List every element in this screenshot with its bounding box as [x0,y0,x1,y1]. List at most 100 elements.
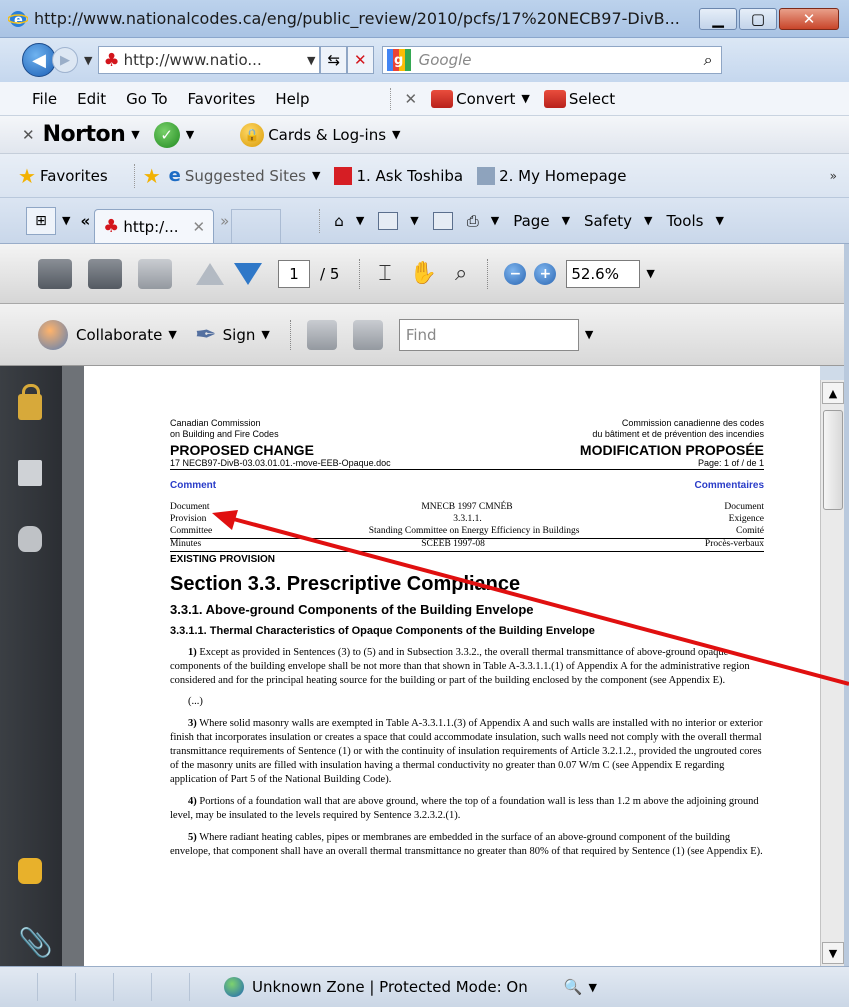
tab-scroll-left[interactable]: « [80,212,90,230]
fit-page-icon[interactable] [352,319,383,350]
security-lock-icon[interactable] [18,384,42,420]
collaborate-button[interactable]: Collaborate [76,326,162,344]
check-dropdown-icon[interactable]: ▼ [186,128,194,141]
close-tab-icon[interactable]: ✕ [193,218,206,236]
address-dropdown-icon[interactable]: ▼ [307,54,315,67]
ask-toshiba-link[interactable]: 1. Ask Toshiba [356,167,463,185]
refresh-button[interactable]: ⇆ [320,46,348,74]
printer-icon: ⎙ [466,211,479,230]
pages-icon[interactable] [18,460,42,486]
sign-button[interactable]: Sign [223,326,256,344]
more-favorites-icon[interactable]: » [830,169,837,183]
meta-value: MNECB 1997 CMNÉB [421,502,513,513]
add-favorite-icon[interactable]: ★ [143,164,161,188]
document-metadata-table: Document MNECB 1997 CMNÉB Document Provisi… [170,502,764,552]
attachments-paperclip-icon[interactable]: 📎 [18,926,53,959]
paragraph-number: 4) [188,795,197,807]
minimize-button[interactable]: ▁ [699,7,737,30]
norton-logo[interactable]: Norton [43,122,126,147]
home-button[interactable]: ⌂ ▼ [334,212,364,230]
scroll-thumb[interactable] [823,410,843,510]
status-cell [38,973,76,1001]
zoom-out-button[interactable]: − [504,262,527,285]
security-zone-status[interactable]: Unknown Zone | Protected Mode: On [252,978,528,996]
find-input[interactable]: Find [398,318,579,351]
address-bar[interactable]: ♣ http://www.natio... ▼ [98,46,321,74]
menu-favorites[interactable]: Favorites [188,90,256,108]
active-tab[interactable]: ♣ http:/... ✕ [94,209,215,243]
safe-check-icon[interactable]: ✓ [153,121,180,148]
convert-button[interactable]: Convert ▼ [431,89,530,108]
stop-button[interactable]: ✕ [347,46,374,74]
previous-page-icon[interactable] [196,262,224,285]
collaborate-dropdown-icon[interactable]: ▼ [168,328,176,341]
safety-menu[interactable]: Safety ▼ [584,212,652,230]
marquee-zoom-icon[interactable]: ⌕ [455,261,467,286]
ellipsis: (...) [188,696,203,708]
search-icon[interactable]: ⌕ [704,50,713,70]
new-tab-button[interactable] [231,209,282,243]
cards-logins-label[interactable]: Cards & Log-ins [268,126,386,144]
select-button[interactable]: Select [543,89,615,108]
menu-help[interactable]: Help [275,90,309,108]
page-menu-label: Page [513,211,550,230]
next-page-icon[interactable] [234,262,262,285]
feeds-button[interactable]: ▼ [378,211,419,230]
my-homepage-link[interactable]: 2. My Homepage [499,167,626,185]
feeds-icon [378,211,399,230]
commentaires-link[interactable]: Commentaires [695,480,764,492]
zoom-in-button[interactable]: + [534,262,557,285]
cards-dropdown-icon[interactable]: ▼ [392,128,400,141]
ie-logo-icon: e [8,10,28,28]
mail-button[interactable] [432,211,453,230]
tools-menu-label: Tools [666,211,704,230]
history-dropdown[interactable]: ▼ [84,54,92,67]
back-button[interactable]: ◀ [22,43,56,77]
toshiba-icon [334,166,353,185]
menu-file[interactable]: File [32,90,57,108]
tab-list-dropdown[interactable]: ▼ [62,214,70,227]
norton-dropdown-icon[interactable]: ▼ [131,128,139,141]
vertical-scrollbar[interactable]: ▲ ▼ [820,380,844,966]
forward-button[interactable]: ▶ [52,47,78,73]
suggested-dropdown-icon[interactable]: ▼ [312,169,320,182]
suggested-sites-link[interactable]: Suggested Sites [185,167,306,185]
zoom-level-input[interactable]: 52.6% [566,259,641,288]
forward-arrow-icon: ▶ [60,52,70,68]
tools-menu[interactable]: Tools ▼ [666,212,723,230]
menu-separator [389,87,391,110]
scroll-up-icon[interactable]: ▲ [822,382,844,404]
favorites-button[interactable]: Favorites [40,167,108,185]
fit-width-icon[interactable] [306,319,337,350]
scroll-down-icon[interactable]: ▼ [822,942,844,964]
save-icon[interactable] [88,258,122,289]
maximize-button[interactable]: ▢ [739,7,777,30]
menu-edit[interactable]: Edit [77,90,106,108]
print-icon[interactable] [38,258,72,289]
zoom-status-dropdown[interactable]: ▼ [588,981,596,994]
comments-icon[interactable] [18,858,42,884]
email-icon[interactable] [138,258,172,289]
zoom-dropdown-icon[interactable]: ▼ [646,267,654,280]
toolbar-separator-3 [289,319,291,350]
search-box[interactable]: g Google ⌕ [381,46,722,74]
sign-dropdown-icon[interactable]: ▼ [261,328,269,341]
find-dropdown-icon[interactable]: ▼ [585,328,593,341]
meta-label-fr: Comité [736,525,764,536]
zoom-status-icon[interactable]: 🔍 [564,978,583,996]
select-tool-icon[interactable]: ⌶ [378,261,391,286]
page-dropdown-icon: ▼ [561,214,571,227]
print-button[interactable]: ⎙ ▼ [467,212,499,230]
close-norton-icon[interactable]: ✕ [22,126,35,144]
hand-tool-icon[interactable]: ✋ [410,261,437,286]
tab-scroll-right[interactable]: » [220,212,229,230]
menu-go-to[interactable]: Go To [126,90,167,108]
binoculars-icon[interactable] [18,526,42,552]
feeds-dropdown-icon: ▼ [410,214,419,227]
page-number-input[interactable]: 1 [278,259,310,288]
quick-tabs-button[interactable]: ⊞ [26,206,56,235]
close-toolbar-icon[interactable]: ✕ [405,90,418,108]
page-menu[interactable]: Page ▼ [513,212,570,230]
comment-link[interactable]: Comment [170,480,216,492]
close-window-button[interactable]: ✕ [779,7,839,30]
